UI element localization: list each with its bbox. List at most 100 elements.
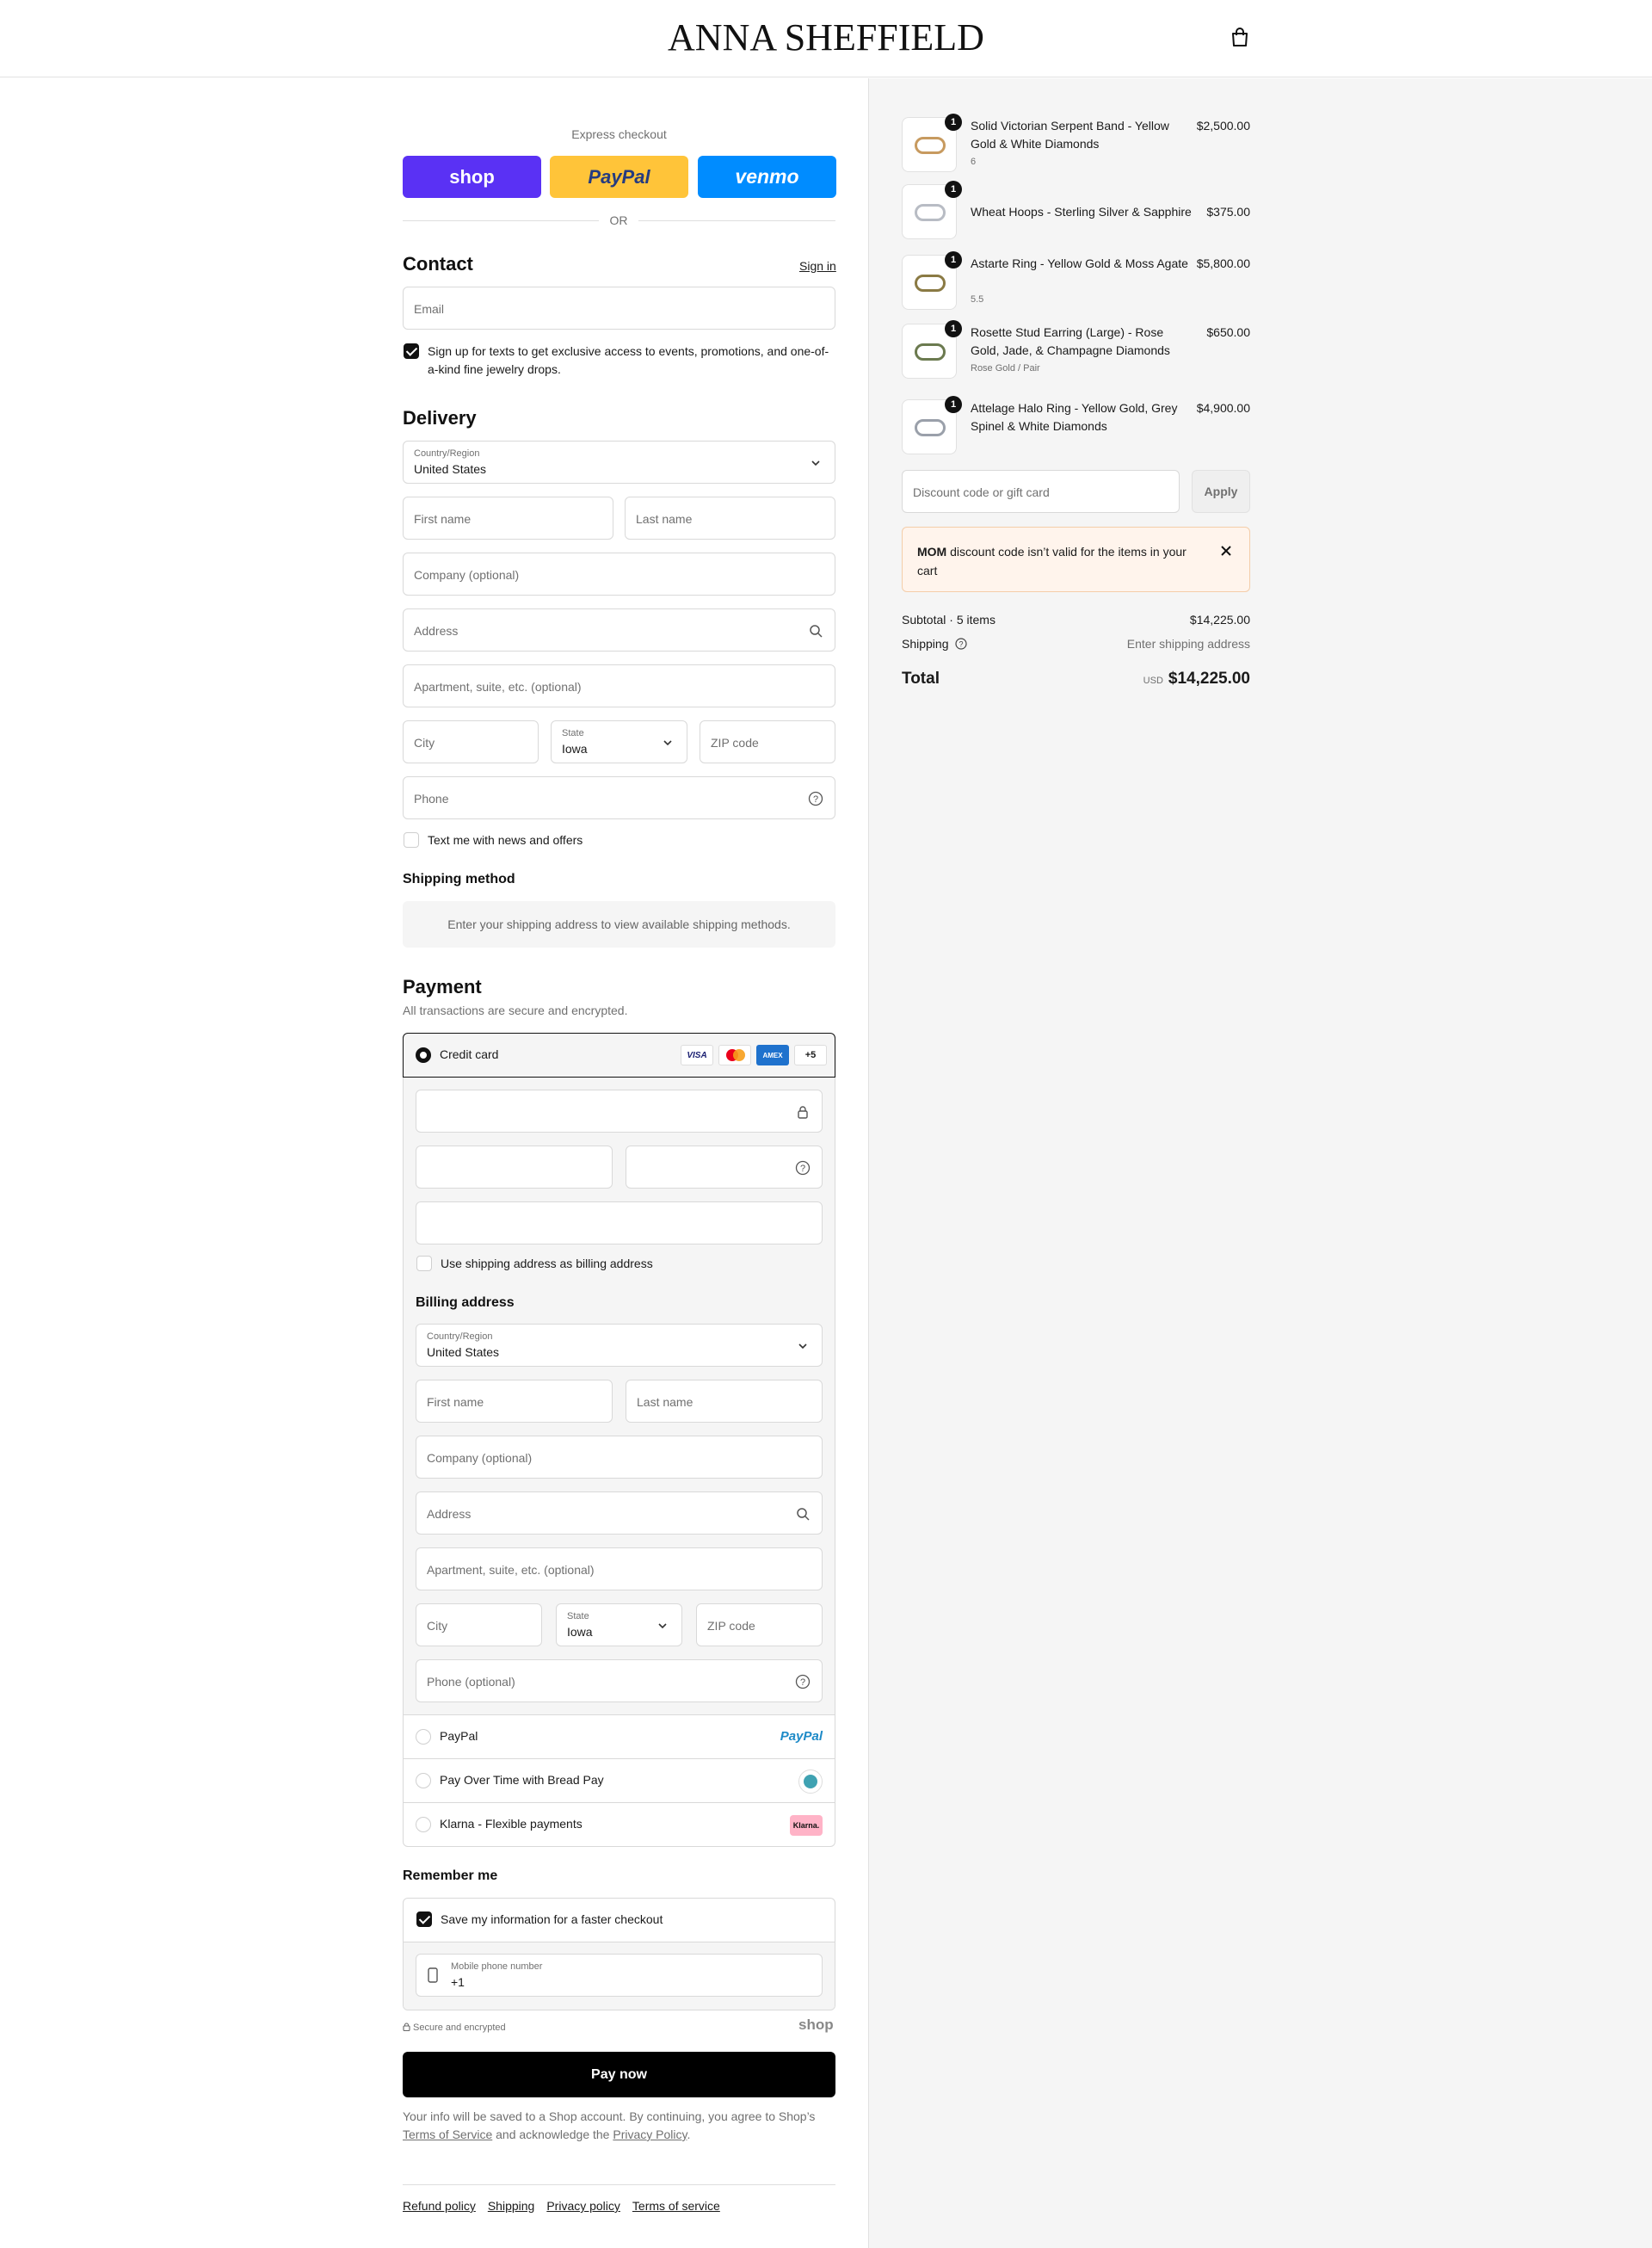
zip-field[interactable]: ZIP code — [700, 720, 835, 763]
credit-card-option[interactable]: Credit card VISA AMEX +5 — [403, 1033, 835, 1078]
privacy-policy-link[interactable]: Privacy Policy — [613, 2128, 687, 2141]
security-code-field[interactable]: ? — [626, 1146, 823, 1189]
error-text: discount code isn’t valid for the items … — [917, 545, 1187, 577]
more-cards-badge: +5 — [794, 1045, 827, 1065]
quantity-badge: 1 — [945, 396, 962, 413]
product-variant: Rose Gold / Pair — [971, 363, 1040, 374]
card-number-field[interactable] — [416, 1090, 823, 1133]
refund-policy-link[interactable]: Refund policy — [403, 2199, 476, 2213]
jewelry-image — [915, 204, 946, 221]
help-circle-icon[interactable]: ? — [955, 638, 967, 650]
billing-country-select[interactable]: Country/Region United States — [416, 1324, 823, 1367]
terms-of-service-link[interactable]: Terms of Service — [403, 2128, 492, 2141]
svg-text:?: ? — [800, 1677, 805, 1688]
product-name: Solid Victorian Serpent Band - Yellow Go… — [971, 119, 1169, 151]
company-field[interactable]: Company (optional) — [403, 553, 835, 596]
privacy-policy-footer-link[interactable]: Privacy policy — [546, 2199, 620, 2213]
payment-title: Payment — [403, 976, 482, 997]
footer-divider — [403, 2184, 835, 2185]
lock-icon — [403, 2023, 410, 2032]
total-value: $14,225.00 — [1168, 670, 1250, 688]
expiry-field[interactable] — [416, 1146, 613, 1189]
bread-pay-radio[interactable] — [416, 1773, 431, 1788]
svg-text:?: ? — [959, 640, 964, 649]
or-text: OR — [599, 213, 638, 227]
billing-zip-field[interactable]: ZIP code — [696, 1603, 823, 1646]
klarna-option[interactable]: Klarna - Flexible payments Klarna. — [403, 1803, 835, 1847]
currency-code: USD — [1143, 676, 1163, 686]
bread-pay-option[interactable]: Pay Over Time with Bread Pay — [403, 1759, 835, 1803]
shopping-bag-icon[interactable] — [1230, 28, 1249, 48]
help-circle-icon[interactable]: ? — [808, 791, 823, 806]
first-name-field[interactable]: First name — [403, 497, 613, 540]
product-name: Attelage Halo Ring - Yellow Gold, Grey S… — [971, 401, 1178, 433]
paypal-button[interactable]: PayPal — [550, 156, 688, 198]
address-field[interactable]: Address — [403, 608, 835, 652]
name-on-card-field[interactable] — [416, 1201, 823, 1244]
product-name: Astarte Ring - Yellow Gold & Moss Agate — [971, 256, 1188, 270]
product-variant: 5.5 — [971, 294, 984, 305]
billing-first-name-field[interactable]: First name — [416, 1380, 613, 1423]
text-offers-checkbox[interactable] — [404, 832, 419, 848]
total-amount: USD $14,225.00 — [1078, 670, 1250, 689]
quantity-badge: 1 — [945, 251, 962, 269]
state-select[interactable]: State Iowa — [551, 720, 687, 763]
billing-state-select[interactable]: State Iowa — [556, 1603, 682, 1646]
billing-phone-field[interactable]: Phone (optional) ? — [416, 1659, 823, 1702]
apply-discount-button[interactable]: Apply — [1192, 470, 1250, 513]
close-icon[interactable] — [1220, 545, 1232, 557]
total-label: Total — [902, 670, 940, 688]
help-circle-icon[interactable]: ? — [795, 1674, 811, 1689]
mobile-phone-field[interactable]: Mobile phone number +1 — [416, 1954, 823, 1997]
brand-logo[interactable]: ANNA SHEFFIELD — [0, 15, 1652, 59]
country-select[interactable]: Country/Region United States — [403, 441, 835, 484]
shipping-policy-link[interactable]: Shipping — [488, 2199, 535, 2213]
pay-now-button[interactable]: Pay now — [403, 2052, 835, 2097]
discount-error-banner: MOM discount code isn’t valid for the it… — [902, 527, 1250, 592]
product-price: $4,900.00 — [1196, 401, 1250, 415]
error-code: MOM — [917, 545, 947, 559]
klarna-radio[interactable] — [416, 1817, 431, 1832]
amex-icon: AMEX — [756, 1045, 789, 1065]
billing-apartment-field[interactable]: Apartment, suite, etc. (optional) — [416, 1547, 823, 1590]
secure-encrypted-note: Secure and encrypted — [403, 2023, 506, 2033]
sms-optin-checkbox[interactable] — [404, 343, 419, 359]
shop-pay-button[interactable]: shop — [403, 156, 541, 198]
shipping-method-notice: Enter your shipping address to view avai… — [403, 901, 835, 948]
site-header: ANNA SHEFFIELD — [0, 0, 1652, 77]
sms-optin-label: Sign up for texts to get exclusive acces… — [428, 344, 829, 376]
terms-of-service-footer-link[interactable]: Terms of service — [632, 2199, 720, 2213]
chevron-down-icon — [798, 1343, 807, 1349]
billing-company-field[interactable]: Company (optional) — [416, 1436, 823, 1479]
chevron-down-icon — [658, 1623, 667, 1629]
billing-address-title: Billing address — [416, 1295, 515, 1310]
product-price: $5,800.00 — [1196, 256, 1250, 270]
save-info-checkbox[interactable] — [416, 1911, 432, 1927]
text-offers-label: Text me with news and offers — [428, 833, 583, 847]
shop-legal-text: Your info will be saved to a Shop accoun… — [403, 2109, 816, 2141]
billing-address-field[interactable]: Address — [416, 1491, 823, 1535]
sign-in-link[interactable]: Sign in — [799, 259, 836, 273]
paypal-option[interactable]: PayPal PayPal — [403, 1715, 835, 1759]
jewelry-image — [915, 419, 946, 436]
billing-last-name-field[interactable]: Last name — [626, 1380, 823, 1423]
use-shipping-as-billing-checkbox[interactable] — [416, 1256, 432, 1271]
paypal-radio[interactable] — [416, 1729, 431, 1745]
last-name-field[interactable]: Last name — [625, 497, 835, 540]
product-name: Rosette Stud Earring (Large) - Rose Gold… — [971, 325, 1170, 357]
footer-links: Refund policy Shipping Privacy policy Terms… — [403, 2199, 720, 2213]
venmo-button[interactable]: venmo — [698, 156, 836, 198]
product-price: $375.00 — [1206, 205, 1250, 219]
discount-input[interactable]: Discount code or gift card — [902, 470, 1180, 513]
mobile-phone-icon — [428, 1967, 438, 1983]
help-circle-icon[interactable]: ? — [795, 1160, 811, 1176]
email-field[interactable]: Email — [403, 287, 835, 330]
billing-city-field[interactable]: City — [416, 1603, 542, 1646]
phone-field[interactable]: Phone ? — [403, 776, 835, 819]
use-shipping-as-billing-label: Use shipping address as billing address — [441, 1257, 653, 1270]
jewelry-image — [915, 343, 946, 361]
apartment-field[interactable]: Apartment, suite, etc. (optional) — [403, 664, 835, 707]
credit-card-radio[interactable] — [416, 1047, 431, 1063]
city-field[interactable]: City — [403, 720, 539, 763]
quantity-badge: 1 — [945, 320, 962, 337]
